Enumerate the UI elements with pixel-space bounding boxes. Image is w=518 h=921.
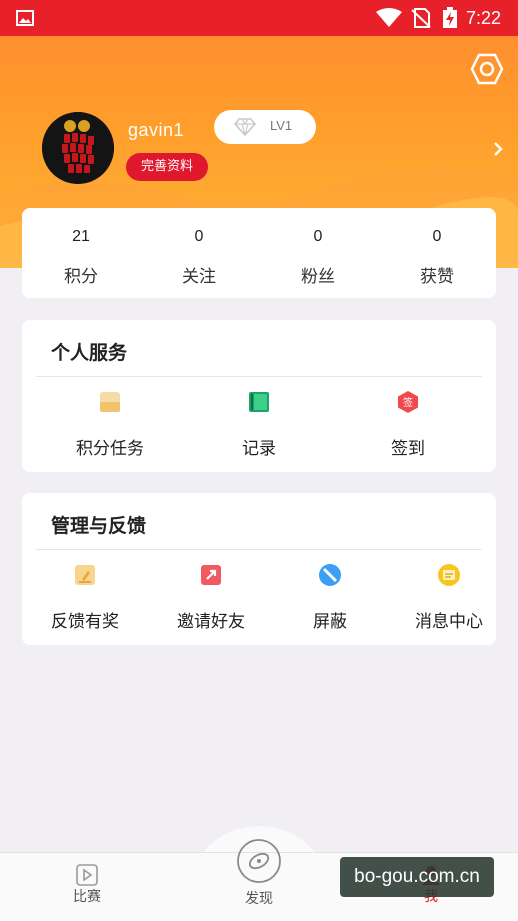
check-in-icon: 签 [398, 391, 418, 413]
block-icon [319, 564, 341, 586]
service-points-task[interactable]: 积分任务 [36, 390, 184, 460]
match-play-icon [76, 864, 98, 886]
service-feedback[interactable]: 反馈有奖 [22, 563, 148, 633]
nav-item-match[interactable]: 比赛 [52, 864, 122, 906]
discover-icon [237, 839, 281, 883]
status-bar: 7:22 [0, 0, 518, 36]
divider [36, 376, 482, 377]
section-title: 管理与反馈 [51, 515, 147, 537]
diamond-icon [234, 118, 256, 136]
level-label: LV1 [270, 118, 293, 133]
nav-label: 发现 [245, 891, 273, 907]
battery-charging-icon [443, 7, 457, 28]
stat-followers[interactable]: 0 粉丝 [259, 208, 377, 298]
stat-value: 0 [194, 228, 204, 245]
message-icon [438, 564, 460, 586]
stat-label: 积分 [64, 267, 98, 287]
avatar[interactable] [42, 112, 114, 184]
service-message-center[interactable]: 消息中心 [386, 563, 512, 633]
stat-following[interactable]: 0 关注 [140, 208, 258, 298]
service-invite[interactable]: 邀请好友 [148, 563, 274, 633]
service-label: 反馈有奖 [51, 612, 119, 632]
level-badge[interactable]: LV1 [214, 110, 316, 144]
service-check-in[interactable]: 签 签到 [334, 390, 482, 460]
service-label: 积分任务 [76, 439, 144, 459]
record-book-icon [249, 392, 269, 412]
chevron-right-icon[interactable] [492, 140, 504, 158]
complete-profile-button[interactable]: 完善资料 [126, 153, 208, 181]
nav-item-discover[interactable]: 发现 [224, 838, 294, 908]
divider [36, 549, 482, 550]
settings-icon[interactable] [470, 52, 504, 86]
status-time: 7:22 [466, 8, 502, 28]
service-label: 邀请好友 [177, 612, 245, 632]
stat-value: 0 [432, 228, 442, 245]
watermark: bo-gou.com.cn [340, 857, 494, 897]
service-record[interactable]: 记录 [185, 390, 333, 460]
service-label: 签到 [391, 439, 425, 459]
personal-services-card: 个人服务 积分任务 记录 签 签到 [22, 320, 496, 472]
svg-text:签: 签 [403, 396, 413, 409]
nav-label: 比赛 [73, 889, 101, 905]
service-block[interactable]: 屏蔽 [274, 563, 386, 633]
stat-label: 粉丝 [301, 267, 335, 287]
feedback-icon [75, 565, 95, 585]
image-icon [16, 10, 34, 26]
service-label: 消息中心 [415, 612, 483, 632]
invite-icon [201, 565, 221, 585]
no-sim-icon [411, 8, 431, 28]
stat-label: 获赞 [420, 267, 454, 287]
stat-value: 0 [313, 228, 323, 245]
points-task-icon [100, 392, 120, 412]
stats-card: 21 积分 0 关注 0 粉丝 0 获赞 [22, 208, 496, 298]
stat-value: 21 [72, 228, 90, 245]
username[interactable]: gavin1 [128, 120, 184, 141]
stat-points[interactable]: 21 积分 [22, 208, 140, 298]
service-label: 屏蔽 [313, 612, 347, 632]
firecracker-avatar-image [42, 112, 114, 184]
stat-likes[interactable]: 0 获赞 [378, 208, 496, 298]
management-card: 管理与反馈 反馈有奖 邀请好友 屏蔽 消息中心 [22, 493, 496, 645]
section-title: 个人服务 [51, 342, 128, 364]
stat-label: 关注 [182, 267, 216, 287]
wifi-icon [376, 8, 402, 27]
service-label: 记录 [242, 439, 276, 459]
